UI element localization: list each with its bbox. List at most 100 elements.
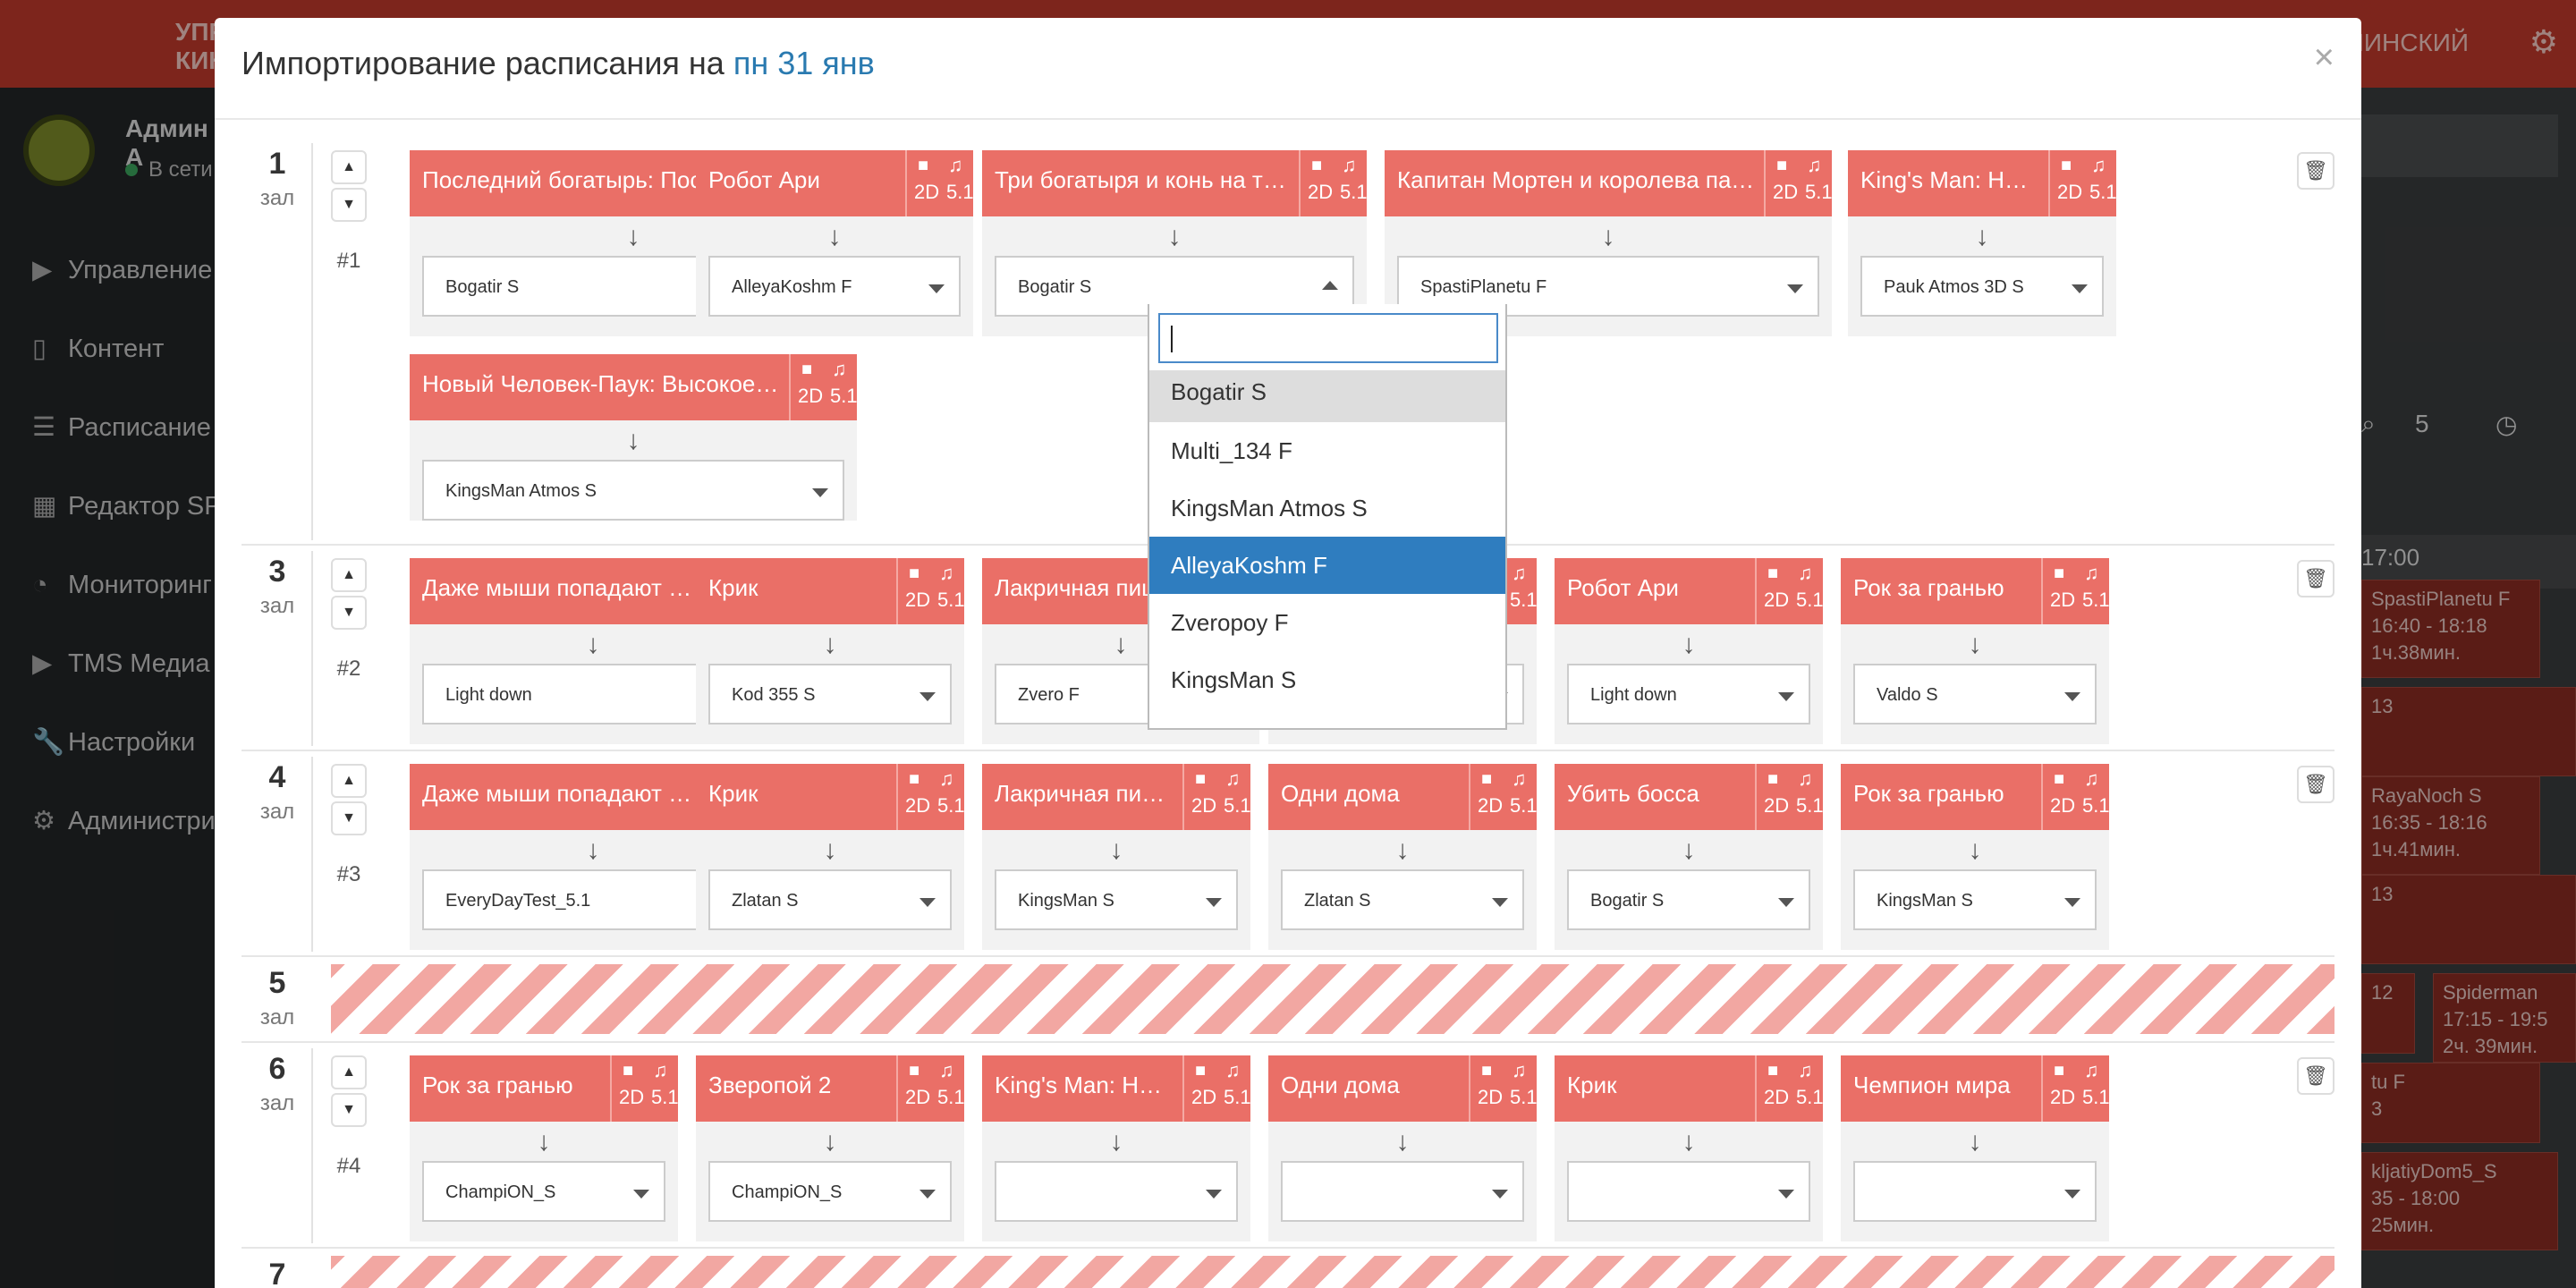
music-note-icon: ♫ [1225, 1059, 1241, 1081]
video-format: 2D [1764, 1086, 1790, 1108]
channel-select[interactable]: KingsMan S [1853, 869, 2097, 930]
audio-format: 5.1 [1340, 181, 1368, 203]
arrow-down-icon: ↓ [823, 630, 837, 659]
audio-format: 5.1 [1224, 1086, 1251, 1108]
hall-divider [311, 1048, 313, 1243]
session-card: Крик ■ ♫ 2D 5.1 ↓ [1555, 1055, 1824, 1241]
audio-format: 5.1 [2082, 1086, 2110, 1108]
arrow-down-icon: ↓ [1968, 1127, 1982, 1157]
trash-icon[interactable]: 🗑 [2297, 766, 2334, 803]
session-title: Чемпион мира [1853, 1072, 2011, 1098]
session-title: Крик [708, 574, 758, 601]
channel-select[interactable]: Pauk Atmos 3D S [1860, 256, 2104, 317]
audio-format: 5.1 [937, 794, 965, 817]
channel-select[interactable]: AlleyaKoshm F [708, 256, 961, 317]
order-controls: ▲ ▼ #1 [331, 150, 367, 274]
session-title: Рок за гранью [422, 1072, 573, 1098]
hall-row: 7зал [242, 1249, 2334, 1288]
move-down-button[interactable]: ▼ [331, 188, 367, 222]
dropdown-option[interactable]: KingsMan Atmos S [1149, 479, 1505, 537]
channel-select[interactable] [1567, 1161, 1810, 1222]
arrow-down-icon: ↓ [1167, 222, 1182, 251]
dropdown-option[interactable]: AlleyaKoshm F [1149, 537, 1505, 594]
chevron-down-icon [919, 898, 936, 907]
channel-select[interactable]: Valdo S [1853, 664, 2097, 724]
move-up-button[interactable]: ▲ [331, 558, 367, 592]
session-header: Робот Ари ■ ♫ 2D 5.1 [1555, 558, 1824, 624]
channel-select-value: Kod 355 S [732, 685, 816, 705]
audio-format: 5.1 [1510, 589, 1538, 611]
channel-select[interactable] [1281, 1161, 1524, 1222]
video-camera-icon: ■ [2054, 564, 2065, 583]
chevron-down-icon [1206, 898, 1222, 907]
channel-select[interactable]: Zlatan S [708, 869, 952, 930]
chevron-down-icon [1492, 1190, 1508, 1199]
channel-select-value: SpastiPlanetu F [1420, 277, 1547, 297]
channel-select[interactable]: KingsMan Atmos S [422, 460, 844, 521]
session-title: Лакричная пицца [995, 780, 1174, 807]
music-note-icon: ♫ [939, 562, 954, 584]
channel-select[interactable]: Bogatir S [1567, 869, 1810, 930]
session-format: ■ ♫ 2D 5.1 [789, 354, 858, 420]
session-title: King's Man: Начало [1860, 166, 2039, 193]
channel-select[interactable] [995, 1161, 1238, 1222]
move-up-button[interactable]: ▲ [331, 764, 367, 798]
channel-select-value: KingsMan S [1018, 891, 1114, 911]
move-up-button[interactable]: ▲ [331, 150, 367, 184]
channel-select[interactable]: Kod 355 S [708, 664, 952, 724]
channel-select-value: ChampiON_S [445, 1182, 556, 1202]
audio-format: 5.1 [1796, 589, 1824, 611]
dropdown-option[interactable]: Multi_134 F [1149, 422, 1505, 479]
dropdown-search-input[interactable] [1158, 313, 1498, 363]
chevron-down-icon [928, 284, 945, 293]
dropdown-option[interactable]: Bogatir S [1149, 370, 1505, 422]
arrow-down-icon: ↓ [537, 1127, 551, 1157]
music-note-icon: ♫ [1798, 1059, 1813, 1081]
channel-select[interactable]: KingsMan S [995, 869, 1238, 930]
session-title: Даже мыши попадают в рай [422, 574, 699, 601]
music-note-icon: ♫ [2084, 1059, 2099, 1081]
channel-select-value: Pauk Atmos 3D S [1884, 277, 2024, 297]
arrow-down-icon: ↓ [1968, 630, 1982, 659]
move-down-button[interactable]: ▼ [331, 801, 367, 835]
import-schedule-modal: Импортирование расписания на пн 31 янв ×… [215, 18, 2361, 1288]
music-note-icon: ♫ [1512, 767, 1527, 790]
channel-select[interactable]: ChampiON_S [422, 1161, 665, 1222]
move-down-button[interactable]: ▼ [331, 596, 367, 630]
trash-icon[interactable]: 🗑 [2297, 1057, 2334, 1095]
dropdown-option[interactable]: KingsMan S [1149, 651, 1505, 708]
session-card: Рок за гранью ■ ♫ 2D 5.1 ↓ Valdo S [1841, 558, 2110, 744]
channel-select[interactable]: Light down [1567, 664, 1810, 724]
channel-select[interactable]: ChampiON_S [708, 1161, 952, 1222]
channel-select[interactable] [1853, 1161, 2097, 1222]
order-controls: ▲ ▼ #3 [331, 764, 367, 887]
hall-index: #2 [336, 657, 361, 681]
move-up-button[interactable]: ▲ [331, 1055, 367, 1089]
move-down-button[interactable]: ▼ [331, 1093, 367, 1127]
session-title: Рок за гранью [1853, 574, 2004, 601]
arrow-down-icon: ↓ [823, 1127, 837, 1157]
close-icon[interactable]: × [2314, 38, 2334, 78]
video-camera-icon: ■ [1481, 1061, 1493, 1080]
hall-number: 4 [268, 760, 286, 794]
dropdown-option[interactable]: Zveropoy F [1149, 594, 1505, 651]
trash-icon[interactable]: 🗑 [2297, 560, 2334, 597]
session-format: ■ ♫ 2D 5.1 [896, 558, 965, 624]
session-card: Убить босса ■ ♫ 2D 5.1 ↓ Bogatir S [1555, 764, 1824, 950]
dropdown-option[interactable]: Munkul F [1149, 708, 1505, 728]
music-note-icon: ♫ [939, 1059, 954, 1081]
session-card: Лакричная пицца ■ ♫ 2D 5.1 ↓ KingsMan S [982, 764, 1251, 950]
session-header: Чемпион мира ■ ♫ 2D 5.1 [1841, 1055, 2110, 1122]
video-format: 2D [1191, 1086, 1217, 1108]
video-camera-icon: ■ [909, 564, 920, 583]
session-header: Одни дома ■ ♫ 2D 5.1 [1268, 1055, 1538, 1122]
video-camera-icon: ■ [2061, 156, 2072, 175]
session-title: Новый Человек-Паук: Высокое на... [422, 370, 780, 397]
video-camera-icon: ■ [1311, 156, 1323, 175]
channel-select[interactable]: Zlatan S [1281, 869, 1524, 930]
modal-title-date[interactable]: пн 31 янв [733, 45, 875, 81]
trash-icon[interactable]: 🗑 [2297, 152, 2334, 190]
hall-number: 7 [268, 1258, 286, 1288]
video-camera-icon: ■ [909, 1061, 920, 1080]
session-format: ■ ♫ 2D 5.1 [896, 1055, 965, 1122]
